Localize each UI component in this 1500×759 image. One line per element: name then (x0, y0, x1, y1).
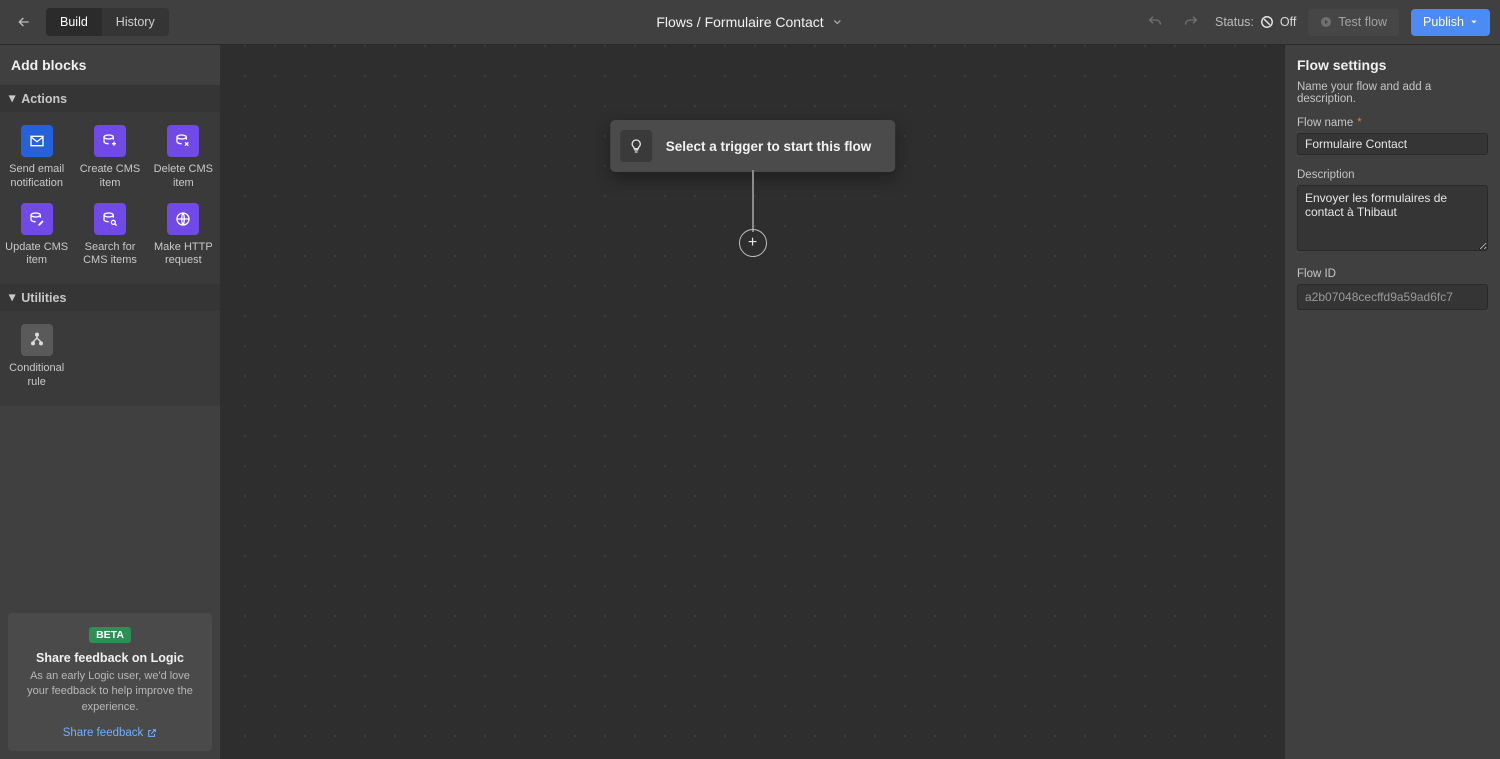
external-link-icon (147, 728, 157, 738)
block-send-email[interactable]: Send email notification (0, 119, 73, 197)
database-x-icon (167, 125, 199, 157)
status-off-icon (1260, 15, 1274, 29)
block-label: Update CMS item (4, 241, 69, 269)
play-icon (1320, 16, 1332, 28)
undo-button[interactable] (1143, 10, 1167, 34)
trigger-placeholder[interactable]: Select a trigger to start this flow (610, 120, 896, 172)
add-step-button[interactable]: + (739, 229, 767, 257)
status-label: Status: (1215, 15, 1254, 29)
publish-button[interactable]: Publish (1411, 9, 1490, 36)
feedback-link[interactable]: Share feedback (63, 727, 158, 739)
flow-id-label: Flow ID (1297, 268, 1488, 280)
publish-label: Publish (1423, 15, 1464, 29)
globe-icon (167, 203, 199, 235)
section-utilities-header[interactable]: ▾ Utilities (0, 284, 220, 311)
block-search-cms[interactable]: Search for CMS items (73, 197, 146, 275)
block-conditional-rule[interactable]: Conditional rule (0, 318, 73, 396)
view-tabs: Build History (46, 8, 169, 36)
sidebar-title: Add blocks (0, 45, 220, 85)
block-create-cms[interactable]: Create CMS item (73, 119, 146, 197)
plus-icon: + (748, 235, 757, 251)
caret-down-icon (1470, 18, 1478, 26)
block-label: Search for CMS items (77, 241, 142, 269)
required-asterisk: * (1357, 117, 1361, 129)
chevron-down-icon (832, 16, 844, 28)
block-http-request[interactable]: Make HTTP request (147, 197, 220, 275)
block-update-cms[interactable]: Update CMS item (0, 197, 73, 275)
branch-icon (21, 324, 53, 356)
description-textarea[interactable] (1297, 185, 1488, 251)
tab-history[interactable]: History (102, 8, 169, 36)
flow-name-label-text: Flow name (1297, 117, 1353, 129)
database-edit-icon (21, 203, 53, 235)
feedback-heading: Share feedback on Logic (20, 651, 200, 665)
settings-subtitle: Name your flow and add a description. (1297, 81, 1488, 105)
test-flow-label: Test flow (1338, 15, 1387, 29)
breadcrumb[interactable]: Flows / Formulaire Contact (656, 14, 843, 30)
description-label: Description (1297, 169, 1488, 181)
section-actions-header[interactable]: ▾ Actions (0, 85, 220, 112)
top-right-actions: Status: Off Test flow Publish (1143, 9, 1490, 36)
sidebar: Add blocks ▾ Actions Send email notifica… (0, 45, 220, 759)
email-icon (21, 125, 53, 157)
database-plus-icon (94, 125, 126, 157)
breadcrumb-text: Flows / Formulaire Contact (656, 14, 823, 30)
utilities-grid: Conditional rule (0, 311, 220, 406)
block-label: Send email notification (4, 163, 69, 191)
settings-panel: Flow settings Name your flow and add a d… (1285, 45, 1500, 759)
top-bar: Build History Flows / Formulaire Contact… (0, 0, 1500, 45)
undo-icon (1147, 14, 1163, 30)
caret-down-icon: ▾ (9, 289, 15, 304)
redo-icon (1183, 14, 1199, 30)
arrow-left-icon (16, 14, 32, 30)
feedback-card: BETA Share feedback on Logic As an early… (8, 613, 212, 751)
block-label: Conditional rule (4, 362, 69, 390)
flow-canvas[interactable]: Select a trigger to start this flow + (220, 45, 1285, 759)
block-label: Delete CMS item (151, 163, 216, 191)
database-search-icon (94, 203, 126, 235)
section-utilities-label: Utilities (21, 291, 66, 305)
connector-line (752, 170, 754, 232)
block-label: Make HTTP request (151, 241, 216, 269)
flow-id-readonly[interactable]: a2b07048cecffd9a59ad6fc7 (1297, 284, 1488, 310)
block-label: Create CMS item (77, 163, 142, 191)
beta-badge: BETA (89, 627, 131, 643)
flow-name-input[interactable] (1297, 133, 1488, 155)
feedback-link-text: Share feedback (63, 727, 144, 739)
actions-grid: Send email notification Create CMS item … (0, 112, 220, 284)
feedback-body: As an early Logic user, we'd love your f… (20, 669, 200, 715)
block-delete-cms[interactable]: Delete CMS item (147, 119, 220, 197)
settings-title: Flow settings (1297, 45, 1488, 81)
section-actions-label: Actions (21, 92, 67, 106)
redo-button[interactable] (1179, 10, 1203, 34)
status-indicator: Status: Off (1215, 15, 1296, 29)
caret-down-icon: ▾ (9, 90, 15, 105)
flow-name-label: Flow name * (1297, 117, 1488, 129)
tab-build[interactable]: Build (46, 8, 102, 36)
status-value: Off (1280, 15, 1296, 29)
test-flow-button[interactable]: Test flow (1308, 9, 1399, 36)
lightbulb-icon (620, 130, 652, 162)
trigger-prompt-text: Select a trigger to start this flow (666, 139, 872, 154)
back-button[interactable] (10, 8, 38, 36)
